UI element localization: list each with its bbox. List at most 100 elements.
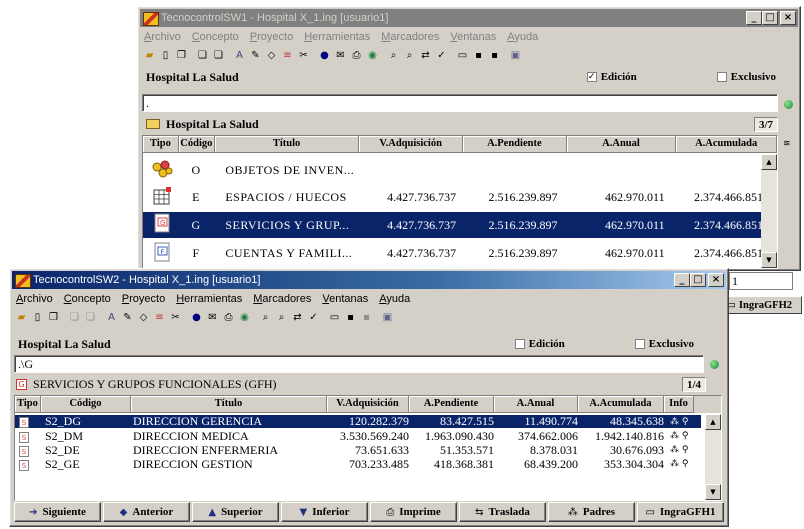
search-icon[interactable]: ⌕	[258, 311, 273, 326]
maximize-button[interactable]: □	[690, 273, 706, 287]
open-folder-icon[interactable]: ▰	[142, 49, 157, 64]
edit-icon[interactable]: ✎	[248, 49, 263, 64]
imprime-button[interactable]: ⎙ Imprime	[370, 502, 457, 522]
paste-icon[interactable]: ❏	[195, 49, 210, 64]
menu-archivo[interactable]: Archivo	[144, 31, 181, 43]
menu-herramientas[interactable]: Herramientas	[176, 293, 242, 305]
menu-proyecto[interactable]: Proyecto	[122, 293, 165, 305]
exclusivo-checkbox[interactable]: Exclusivo	[716, 71, 776, 83]
col-a-pendiente[interactable]: A.Pendiente	[463, 136, 567, 153]
info-link-icon[interactable]: ⁂ ⚲	[664, 431, 694, 441]
spellcheck-icon[interactable]: ✓	[434, 49, 449, 64]
title-bar-sw2[interactable]: TecnocontrolSW2 - Hospital X_1.ing [usua…	[12, 271, 726, 289]
info-icon[interactable]: ●	[317, 49, 332, 64]
ingragfh1-button[interactable]: ▭ IngraGFH1	[637, 502, 724, 522]
print-icon[interactable]: ⎙	[349, 49, 364, 64]
col-codigo[interactable]: Código	[178, 136, 215, 153]
info-link-icon[interactable]: ⁂ ⚲	[664, 445, 694, 455]
save-all-icon[interactable]: ▪	[487, 49, 502, 64]
close-button[interactable]: ×	[780, 11, 796, 25]
scroll-down-button[interactable]: ▼	[761, 252, 777, 268]
close-button[interactable]: ×	[708, 273, 724, 287]
col-a-anual[interactable]: A.Anual	[566, 136, 677, 153]
info-link-icon[interactable]: ⁂ ⚲	[664, 459, 694, 469]
menu-ventanas[interactable]: Ventanas	[450, 31, 496, 43]
window-tecnocontrol-sw1[interactable]: TecnocontrolSW1 - Hospital X_1.ing [usua…	[137, 6, 801, 271]
table-row[interactable]: S S2_GE DIRECCION GESTION 703.233.485 41…	[15, 457, 701, 471]
value-field-sw1[interactable]: 1	[729, 272, 793, 290]
menu-ayuda[interactable]: Ayuda	[379, 293, 410, 305]
attribute-icon[interactable]: A	[232, 49, 247, 64]
replace-icon[interactable]: ⇄	[290, 311, 305, 326]
menu-ayuda[interactable]: Ayuda	[507, 31, 538, 43]
col-a-pendiente[interactable]: A.Pendiente	[409, 396, 494, 413]
exclusivo-check-box[interactable]	[634, 339, 645, 349]
paste-icon[interactable]: ❏	[67, 311, 82, 326]
title-bar-sw1[interactable]: TecnocontrolSW1 - Hospital X_1.ing [usua…	[140, 9, 798, 27]
find-icon[interactable]: ⌕	[402, 49, 417, 64]
col-v-adquisicion[interactable]: V.Adquisición	[327, 396, 409, 413]
inferior-button[interactable]: ▼ Inferior	[281, 502, 368, 522]
minimize-button[interactable]: _	[746, 11, 762, 25]
menu-concepto[interactable]: Concepto	[64, 293, 111, 305]
superior-button[interactable]: ▲ Superior	[192, 502, 279, 522]
edicion-check-box[interactable]	[514, 339, 525, 349]
exclusivo-check-box[interactable]	[716, 72, 727, 82]
menu-proyecto[interactable]: Proyecto	[250, 31, 293, 43]
info-icon[interactable]: ●	[189, 311, 204, 326]
save-icon[interactable]: ▪	[471, 49, 486, 64]
stack-icon[interactable]: ≡	[280, 49, 295, 64]
stack-icon[interactable]: ≡	[152, 311, 167, 326]
copy-icon[interactable]: ❐	[46, 311, 61, 326]
minimize-button[interactable]: _	[674, 273, 690, 287]
attribute-icon[interactable]: A	[104, 311, 119, 326]
table-row[interactable]: E ESPACIOS / HUECOS 4.427.736.737 2.516.…	[143, 184, 763, 211]
info-link-icon[interactable]: ⁂ ⚲	[664, 417, 694, 427]
tools-icon[interactable]: ✂	[168, 311, 183, 326]
tag-icon[interactable]: ◇	[136, 311, 151, 326]
tag-icon[interactable]: ◇	[264, 49, 279, 64]
globe-icon[interactable]: ◉	[237, 311, 252, 326]
anterior-button[interactable]: ◆ Anterior	[103, 502, 190, 522]
path-input[interactable]: .\G	[14, 355, 704, 373]
path-input[interactable]: .	[142, 94, 778, 112]
spellcheck-icon[interactable]: ✓	[306, 311, 321, 326]
col-a-anual[interactable]: A.Anual	[494, 396, 578, 413]
save-all-icon[interactable]: ▪	[359, 311, 374, 326]
maximize-button[interactable]: □	[762, 11, 778, 25]
table-row[interactable]: S S2_DE DIRECCION ENFERMERIA 73.651.633 …	[15, 443, 701, 457]
globe-icon[interactable]: ◉	[365, 49, 380, 64]
save-icon[interactable]: ▪	[343, 311, 358, 326]
new-document-icon[interactable]: ▯	[158, 49, 173, 64]
paste-special-icon[interactable]: ❏	[211, 49, 226, 64]
data-grid[interactable]: Tipo Código Título V.Adquisición A.Pendi…	[142, 135, 778, 269]
column-settings-icon[interactable]: ≋	[783, 139, 791, 149]
col-titulo[interactable]: Título	[214, 136, 360, 153]
table-row[interactable]: S S2_DM DIRECCION MEDICA 3.530.569.240 1…	[15, 429, 701, 443]
print-icon[interactable]: ⎙	[221, 311, 236, 326]
siguiente-button[interactable]: ➔ Siguiente	[14, 502, 101, 522]
vertical-scrollbar[interactable]: ▲ ▼	[761, 154, 777, 268]
table-row-selected[interactable]: G G SERVICIOS Y GRUP... 4.427.736.737 2.…	[143, 212, 763, 238]
col-info[interactable]: Info	[664, 396, 694, 413]
col-v-adquisicion[interactable]: V.Adquisición	[359, 136, 463, 153]
col-tipo[interactable]: Tipo	[15, 396, 41, 413]
edicion-check-box[interactable]: ✓	[586, 72, 597, 82]
padres-button[interactable]: ⁂ Padres	[548, 502, 635, 522]
find-icon[interactable]: ⌕	[274, 311, 289, 326]
edicion-checkbox[interactable]: Edición	[514, 338, 565, 350]
col-codigo[interactable]: Código	[41, 396, 131, 413]
edit-icon[interactable]: ✎	[120, 311, 135, 326]
copy-icon[interactable]: ❐	[174, 49, 189, 64]
menu-ventanas[interactable]: Ventanas	[322, 293, 368, 305]
window-tecnocontrol-sw2[interactable]: TecnocontrolSW2 - Hospital X_1.ing [usua…	[9, 268, 729, 527]
col-a-acumulada[interactable]: A.Acumulada	[578, 396, 664, 413]
scroll-down-button[interactable]: ▼	[705, 484, 721, 500]
screen-icon[interactable]: ▣	[508, 49, 523, 64]
col-titulo[interactable]: Título	[131, 396, 327, 413]
scroll-up-button[interactable]: ▲	[761, 154, 777, 170]
stamp-icon[interactable]: ✉	[205, 311, 220, 326]
traslada-button[interactable]: ⇆ Traslada	[459, 502, 546, 522]
vertical-scrollbar[interactable]: ▲ ▼	[705, 414, 721, 500]
scroll-up-button[interactable]: ▲	[705, 414, 721, 430]
